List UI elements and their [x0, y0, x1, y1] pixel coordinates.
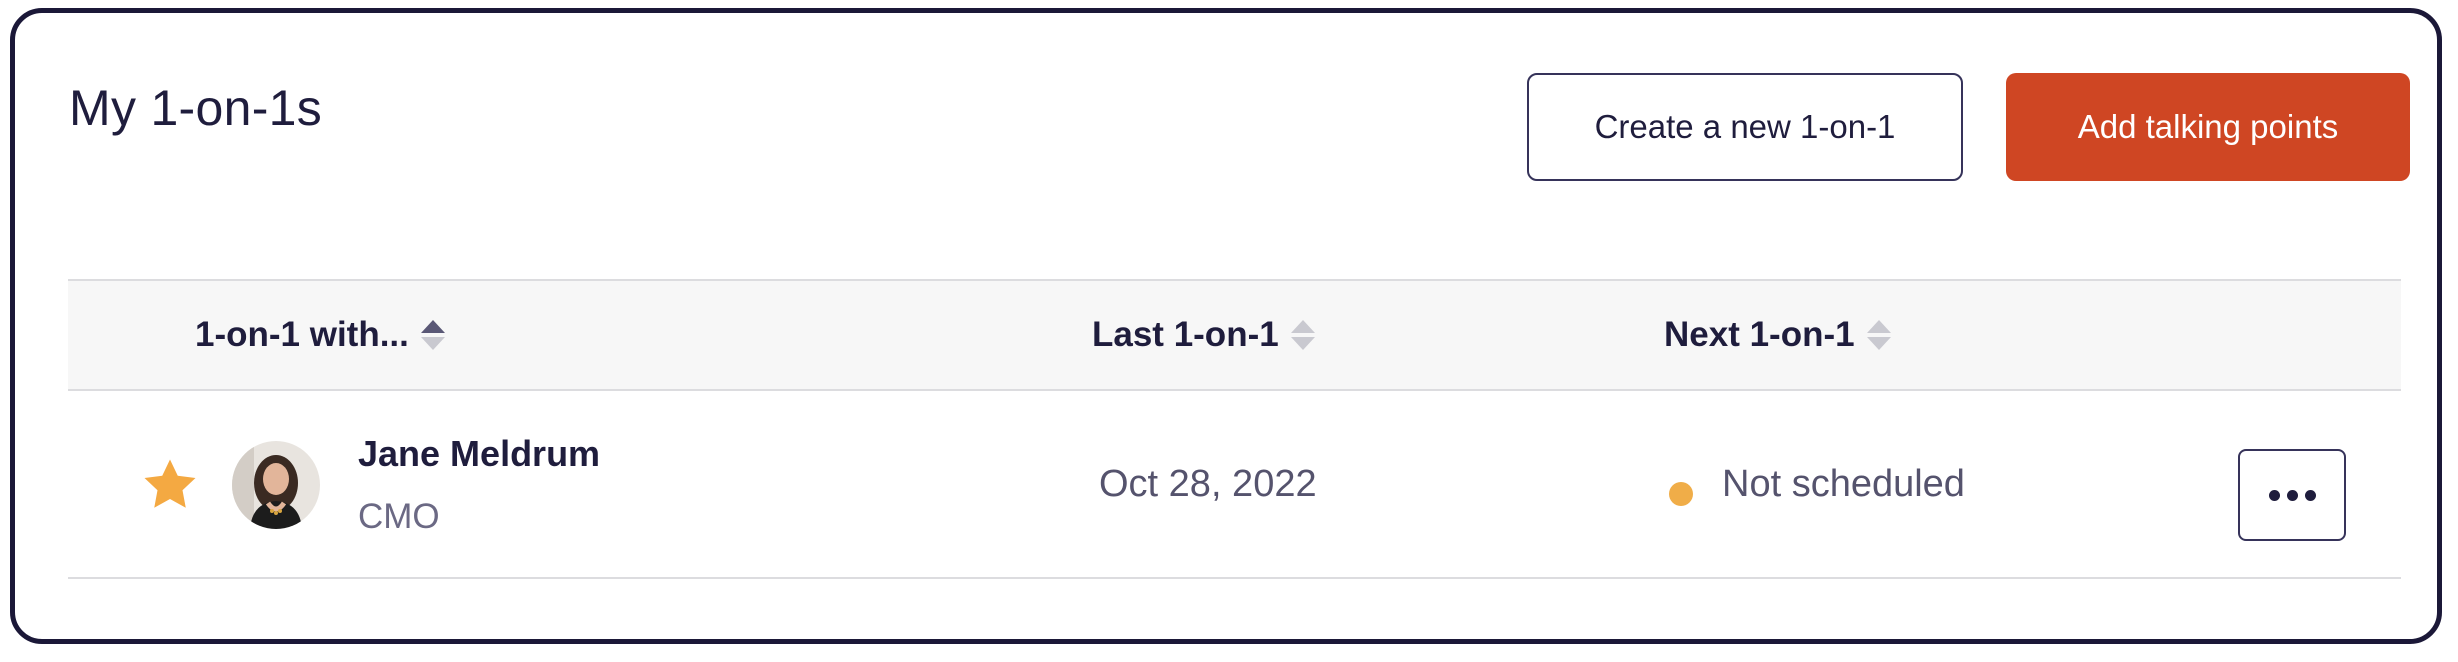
column-header-next-one-on-one[interactable]: Next 1-on-1 — [1664, 281, 1891, 389]
table-row[interactable]: Jane Meldrum CMO Oct 28, 2022 Not schedu… — [68, 391, 2401, 579]
star-icon[interactable] — [140, 455, 200, 515]
column-header-one-on-one-with[interactable]: 1-on-1 with... — [195, 281, 445, 389]
panel-frame: My 1-on-1s Create a new 1-on-1 Add talki… — [10, 8, 2442, 644]
table-header: 1-on-1 with... Last 1-on-1 Next 1-on-1 — [68, 279, 2401, 391]
sort-icon — [420, 320, 445, 350]
sort-icon — [1290, 320, 1315, 350]
create-one-on-one-button[interactable]: Create a new 1-on-1 — [1527, 73, 1963, 181]
last-one-on-one-date: Oct 28, 2022 — [1099, 463, 1317, 505]
person-role: CMO — [358, 497, 440, 536]
page-title: My 1-on-1s — [69, 80, 323, 136]
column-header-label: Last 1-on-1 — [1092, 315, 1279, 354]
more-horizontal-icon-dot — [2304, 489, 2316, 501]
more-horizontal-icon-dot — [2286, 489, 2298, 501]
column-header-last-one-on-one[interactable]: Last 1-on-1 — [1092, 281, 1315, 389]
sort-icon — [1866, 320, 1891, 350]
status-dot — [1669, 482, 1693, 506]
column-header-label: Next 1-on-1 — [1664, 315, 1855, 354]
more-horizontal-icon — [2268, 489, 2280, 501]
add-talking-points-button[interactable]: Add talking points — [2006, 73, 2410, 181]
column-header-label: 1-on-1 with... — [195, 315, 409, 354]
avatar — [232, 441, 320, 529]
next-one-on-one-status: Not scheduled — [1722, 463, 1965, 505]
person-name[interactable]: Jane Meldrum — [358, 433, 600, 475]
more-options-button[interactable] — [2238, 449, 2346, 541]
